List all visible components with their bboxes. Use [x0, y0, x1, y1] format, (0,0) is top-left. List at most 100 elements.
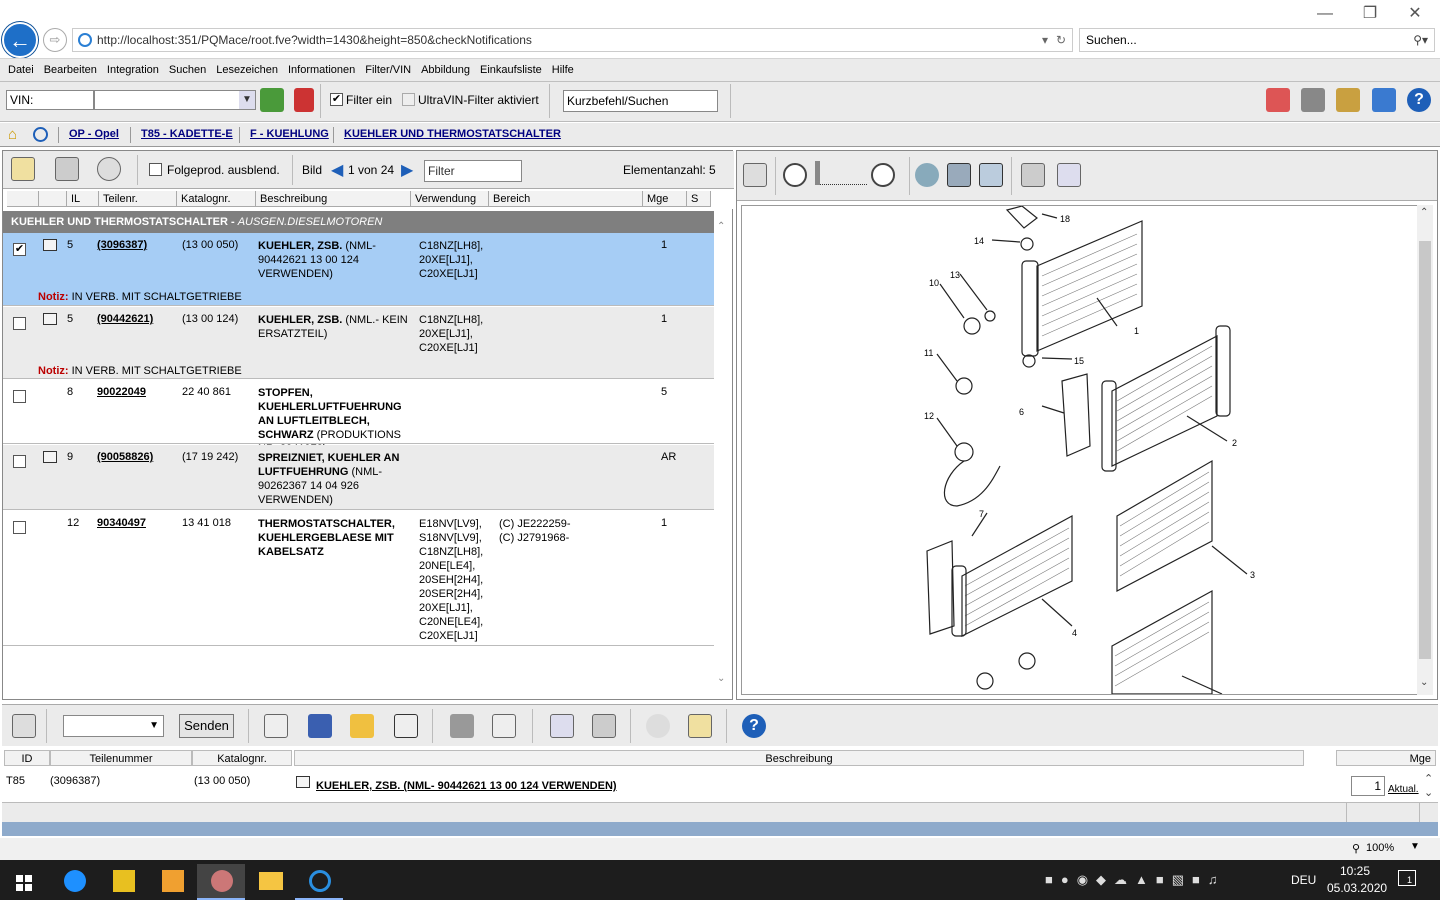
col-bereich[interactable]: Bereich [489, 191, 643, 207]
refresh-icon[interactable]: ↻ [1056, 29, 1066, 51]
table-row[interactable]: 9 (90058826) (17 19 242) SPREIZNIET, KUE… [3, 445, 714, 510]
update-link[interactable]: Aktual. [1388, 784, 1419, 795]
chevron-down-icon[interactable]: ▼ [149, 717, 159, 735]
menu-suchen[interactable]: Suchen [164, 59, 211, 81]
menu-lesezeichen[interactable]: Lesezeichen [211, 59, 283, 81]
exploded-view-drawing[interactable]: 18 14 13 10 1 15 11 6 2 12 7 3 4 [741, 205, 1419, 695]
quantity-input[interactable]: 1 [1351, 776, 1385, 796]
book-icon[interactable] [1301, 88, 1325, 112]
browser-search-input[interactable]: Suchen... ⚲▾ [1079, 28, 1435, 52]
vin-input[interactable]: ▼ [94, 90, 256, 110]
callout-4[interactable]: 4 [1072, 628, 1077, 638]
pdf-report-icon[interactable] [294, 88, 314, 112]
taskbar-app2[interactable] [99, 864, 147, 900]
row-partno[interactable]: (90058826) [97, 451, 153, 463]
new-list-icon[interactable] [264, 714, 288, 738]
cart-row-desc[interactable]: KUEHLER, ZSB. (NML- 90442621 13 00 124 V… [316, 780, 617, 792]
notes-icon[interactable] [1336, 88, 1360, 112]
row-partno[interactable]: (90442621) [97, 313, 153, 325]
fit-icon[interactable] [915, 163, 939, 187]
col-katalognr[interactable]: Katalognr. [177, 191, 256, 207]
send-list-icon[interactable] [550, 714, 574, 738]
prev-image-icon[interactable]: ◀ [331, 160, 343, 180]
row-partno[interactable]: 90340497 [97, 517, 146, 529]
col-beschreibung[interactable]: Beschreibung [256, 191, 411, 207]
zoom-in-icon[interactable] [871, 163, 895, 187]
row-checkbox[interactable] [13, 317, 26, 330]
col-s[interactable]: S [687, 191, 711, 207]
zoom-slider[interactable] [815, 161, 867, 185]
restore-icon[interactable]: ❐ [1355, 4, 1385, 24]
col-verwendung[interactable]: Verwendung [411, 191, 489, 207]
filter-checkbox[interactable]: ✔ [330, 93, 343, 106]
help-icon[interactable]: ? [1407, 88, 1431, 112]
col-teilenr[interactable]: Teilenr. [99, 191, 177, 207]
search-part-icon[interactable] [1372, 88, 1396, 112]
cart-col-mge[interactable]: Mge [1336, 750, 1436, 766]
cart-row[interactable]: T85 (3096387) (13 00 050) KUEHLER, ZSB. … [2, 770, 1438, 800]
scroll-up-icon[interactable]: ⌃ [1420, 207, 1428, 218]
help-icon[interactable]: ? [742, 714, 766, 738]
document-icon[interactable] [296, 776, 310, 788]
callout-12[interactable]: 12 [924, 411, 934, 421]
vin-dropdown-icon[interactable]: ▼ [239, 91, 255, 109]
edit-icon[interactable] [11, 157, 35, 181]
menu-informationen[interactable]: Informationen [283, 59, 360, 81]
folgeprod-checkbox[interactable] [149, 163, 162, 176]
quantity-stepper-up-icon[interactable]: ⌃ [1424, 772, 1433, 785]
scroll-thumb[interactable] [1419, 241, 1431, 659]
send-button[interactable]: Senden [179, 714, 234, 738]
row-checkbox[interactable] [13, 455, 26, 468]
minimize-icon[interactable]: — [1310, 4, 1340, 24]
col-mge[interactable]: Mge [643, 191, 687, 207]
callout-7[interactable]: 7 [979, 509, 984, 519]
back-button[interactable]: ← [2, 22, 38, 58]
print-icon[interactable] [55, 157, 79, 181]
table-row[interactable]: ✔ 5 (3096387) (13 00 050) KUEHLER, ZSB. … [3, 233, 714, 306]
open-folder-icon[interactable] [350, 714, 374, 738]
taskbar-edge[interactable] [50, 864, 98, 900]
scroll-down-icon[interactable]: ⌄ [1420, 677, 1428, 688]
taskbar-app3[interactable] [148, 864, 196, 900]
print-list-icon[interactable] [592, 714, 616, 738]
taskbar-explorer[interactable] [246, 864, 294, 900]
add-item-icon[interactable] [394, 714, 418, 738]
table-row[interactable]: 5 (90442621) (13 00 124) KUEHLER, ZSB. (… [3, 307, 714, 379]
filter-input[interactable]: Filter [424, 160, 522, 182]
row-checkbox[interactable] [13, 521, 26, 534]
delete-icon[interactable] [450, 714, 474, 738]
zoom-out-icon[interactable] [783, 163, 807, 187]
row-checkbox[interactable]: ✔ [13, 243, 26, 256]
parts-scrollbar[interactable]: ⌃ ⌄ [714, 211, 732, 699]
callout-2[interactable]: 2 [1232, 438, 1237, 448]
clock-date[interactable]: 05.03.2020 [1327, 881, 1387, 895]
row-partno[interactable]: (3096387) [97, 239, 147, 251]
window-icon[interactable] [743, 163, 767, 187]
breadcrumb-kuehlung[interactable]: F - KUEHLUNG [250, 128, 329, 140]
breadcrumb-kadette[interactable]: T85 - KADETTE-E [141, 128, 233, 140]
zoom-level[interactable]: 100% [1366, 842, 1394, 854]
document-icon[interactable] [43, 451, 57, 463]
cart-select[interactable]: ▼ [63, 715, 164, 737]
document-icon[interactable] [43, 313, 57, 325]
callout-10[interactable]: 10 [929, 278, 939, 288]
cart-col-beschreibung[interactable]: Beschreibung [294, 750, 1304, 766]
edit-list-icon[interactable] [492, 714, 516, 738]
table-row[interactable]: 8 90022049 22 40 861 STOPFEN, KUEHLERLUF… [3, 380, 714, 455]
row-partno[interactable]: 90022049 [97, 386, 146, 398]
breadcrumb-opel[interactable]: OP - Opel [69, 128, 119, 140]
notification-icon[interactable]: 1 [1398, 870, 1416, 886]
menu-filter-vin[interactable]: Filter/VIN [360, 59, 416, 81]
note-edit-icon[interactable] [688, 714, 712, 738]
start-button[interactable] [0, 864, 48, 900]
return-icon[interactable] [1266, 88, 1290, 112]
callout-11[interactable]: 11 [924, 348, 933, 358]
command-search-input[interactable]: Kurzbefehl/Suchen [563, 90, 718, 112]
close-icon[interactable]: ✕ [1400, 4, 1430, 24]
scroll-down-icon[interactable]: ⌄ [717, 673, 725, 684]
callout-3[interactable]: 3 [1250, 570, 1255, 580]
vehicle-icon[interactable] [260, 88, 284, 112]
clock-time[interactable]: 10:25 [1340, 864, 1370, 878]
table-row[interactable]: 12 90340497 13 41 018 THERMOSTATSCHALTER… [3, 511, 714, 646]
row-checkbox[interactable] [13, 390, 26, 403]
